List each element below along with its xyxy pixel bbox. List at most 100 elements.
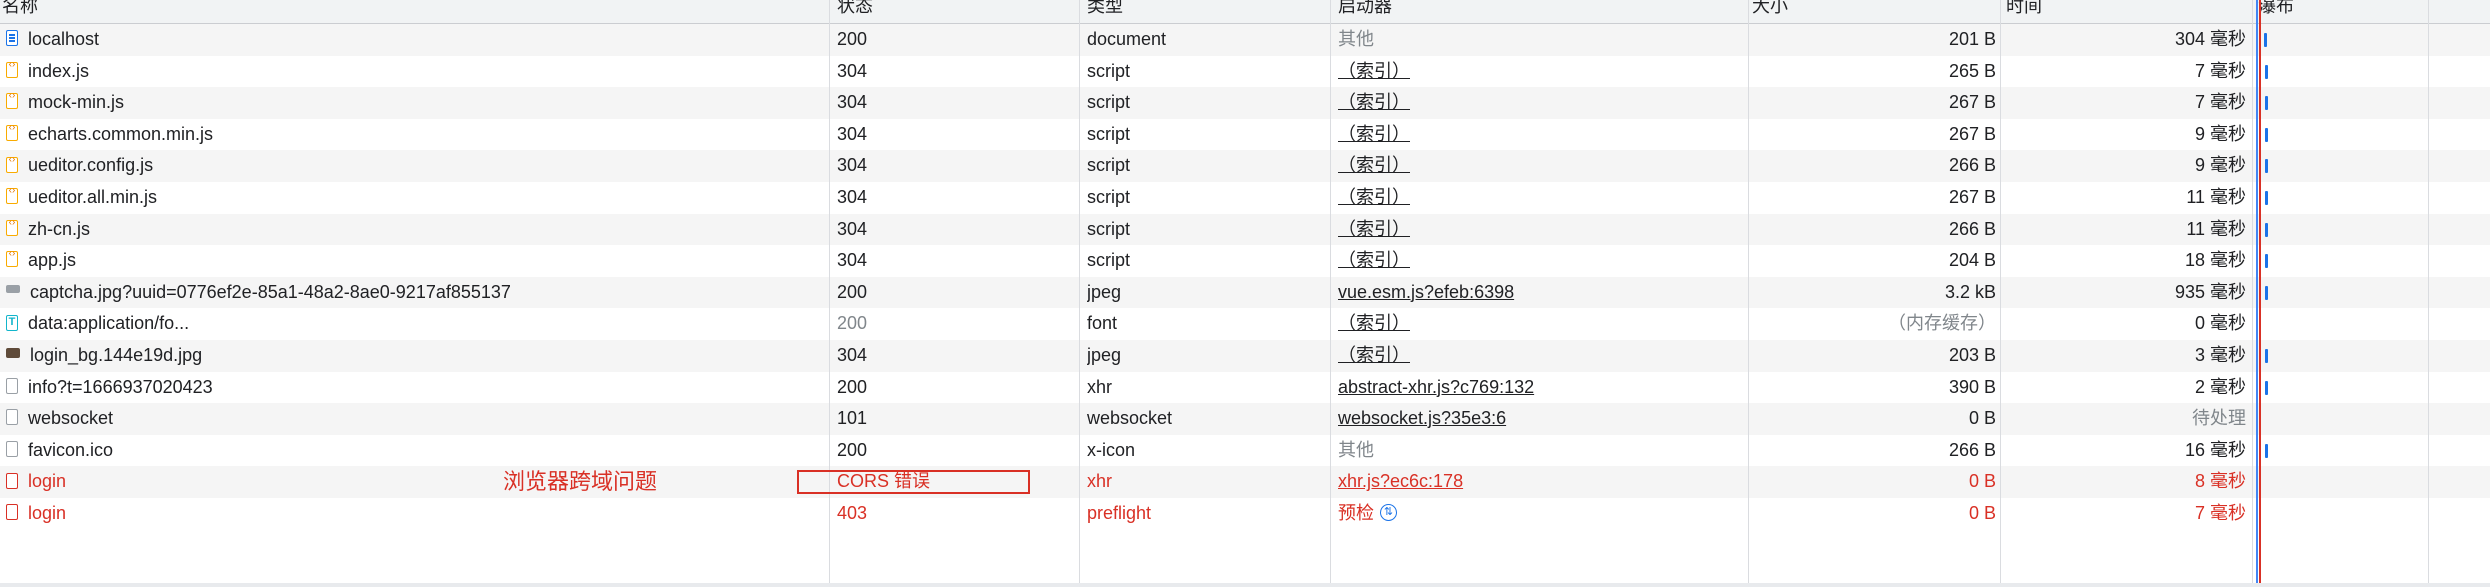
initiator-cell[interactable]: websocket.js?35e3:6 (1338, 403, 1738, 435)
type-cell: xhr (1087, 376, 1113, 397)
column-divider[interactable] (1330, 0, 1331, 583)
initiator-cell[interactable]: （索引） (1338, 87, 1738, 119)
size-cell: 267 B (1948, 186, 1996, 207)
status-cell: 200 (837, 313, 868, 334)
initiator-link[interactable]: （索引） (1338, 61, 1410, 81)
request-name-cell[interactable]: login_bg.144e19d.jpg (6, 340, 826, 372)
waterfall-bar[interactable] (2265, 254, 2268, 269)
initiator-link[interactable]: （索引） (1338, 187, 1410, 207)
initiator-link[interactable]: （索引） (1338, 313, 1410, 333)
column-header-initiator[interactable]: 启动器 (1336, 0, 1738, 21)
initiator-link[interactable]: （索引） (1338, 250, 1410, 270)
time-cell: 8 毫秒 (2194, 471, 2246, 492)
waterfall-bar[interactable] (2265, 159, 2268, 174)
column-header-status[interactable]: 状态 (835, 0, 1077, 21)
table-row[interactable]: data:application/fo... 200 font （索引） （内存缓存） 0… (0, 308, 2490, 340)
initiator-link[interactable]: （索引） (1338, 124, 1410, 144)
table-bottom-border (0, 583, 2490, 587)
initiator-cell[interactable]: （索引） (1338, 56, 1738, 88)
column-header-size[interactable]: 大小 (1750, 0, 1992, 21)
initiator-cell[interactable]: （索引） (1338, 150, 1738, 182)
waterfall-bar[interactable] (2265, 443, 2268, 458)
initiator-link[interactable]: abstract-xhr.js?c769:132 (1338, 377, 1534, 397)
preflight-icon[interactable]: ⇅ (1380, 503, 1397, 521)
table-row[interactable]: app.js 304 script （索引） 204 B 18 毫秒 (0, 245, 2490, 277)
initiator-link[interactable]: （索引） (1338, 345, 1410, 365)
request-name-cell[interactable]: index.js (6, 56, 826, 88)
request-name-cell[interactable]: info?t=1666937020423 (6, 372, 826, 404)
request-name-cell[interactable]: mock-min.js (6, 87, 826, 119)
table-row[interactable]: localhost 200 document 其他 201 B 304 毫秒 (0, 24, 2490, 56)
table-row[interactable]: zh-cn.js 304 script （索引） 266 B 11 毫秒 (0, 213, 2490, 246)
type-cell: xhr (1087, 471, 1113, 492)
initiator-link[interactable]: websocket.js?35e3:6 (1338, 408, 1506, 428)
table-row[interactable]: favicon.ico 200 x-icon 其他 266 B 16 毫秒 (0, 435, 2490, 467)
initiator-cell[interactable]: xhr.js?ec6c:178 (1338, 466, 1738, 498)
status-cell: 101 (837, 408, 868, 429)
request-name-cell[interactable]: captcha.jpg?uuid=0776ef2e-85a1-48a2-8ae0… (6, 277, 826, 309)
waterfall-bar[interactable] (2265, 191, 2268, 205)
request-name-cell[interactable]: app.js (6, 245, 826, 277)
request-name-cell[interactable]: echarts.common.min.js (6, 119, 826, 151)
waterfall-bar[interactable] (2264, 33, 2267, 47)
type-cell: x-icon (1087, 439, 1136, 460)
table-row[interactable]: echarts.common.min.js 304 script （索引） 267 B 9… (0, 119, 2490, 151)
waterfall-bar[interactable] (2265, 380, 2268, 395)
initiator-link[interactable]: （索引） (1338, 155, 1410, 175)
request-name-cell[interactable]: login (6, 498, 826, 530)
table-row[interactable]: mock-min.js 304 script （索引） 267 B 7 毫秒 (0, 87, 2490, 119)
column-divider[interactable] (2000, 0, 2001, 583)
column-divider[interactable] (829, 0, 830, 583)
waterfall-bar[interactable] (2265, 349, 2268, 363)
initiator-cell[interactable]: （索引） (1338, 245, 1738, 277)
waterfall-bar[interactable] (2265, 285, 2268, 300)
initiator-cell[interactable]: （索引） (1338, 119, 1738, 151)
image-icon (6, 348, 20, 359)
initiator-link[interactable]: （索引） (1338, 92, 1410, 112)
request-name-cell[interactable]: login (6, 466, 826, 498)
request-name-cell[interactable]: data:application/fo... (6, 308, 826, 340)
table-row[interactable]: ueditor.all.min.js 304 script （索引） 267 B 11 毫… (0, 182, 2490, 214)
request-name-cell[interactable]: zh-cn.js (6, 214, 826, 246)
initiator-cell[interactable]: （索引） (1338, 308, 1738, 340)
column-divider[interactable] (1079, 0, 1080, 583)
initiator-cell[interactable]: vue.esm.js?efeb:6398 (1338, 277, 1738, 309)
table-row[interactable]: login 403 preflight 预检 ⇅ 0 B 7 毫秒 (0, 498, 2490, 530)
initiator-link[interactable]: xhr.js?ec6c:178 (1338, 471, 1463, 491)
table-row[interactable]: login_bg.144e19d.jpg 304 jpeg （索引） 203 B 3 毫秒 (0, 339, 2490, 372)
waterfall-bar[interactable] (2265, 127, 2268, 142)
initiator-cell[interactable]: （索引） (1338, 214, 1738, 246)
request-name-cell[interactable]: favicon.ico (6, 435, 826, 467)
initiator-link[interactable]: vue.esm.js?efeb:6398 (1338, 282, 1514, 302)
table-row[interactable]: ueditor.config.js 304 script （索引） 266 B 9 毫秒 (0, 150, 2490, 182)
column-divider[interactable] (1748, 0, 1749, 583)
request-name-cell[interactable]: websocket (6, 403, 826, 435)
status-cell: 200 (837, 281, 868, 302)
column-header-waterfall[interactable]: 瀑布 (2256, 0, 2438, 21)
column-header-name[interactable]: 名称 (0, 0, 822, 21)
waterfall-bar[interactable] (2265, 96, 2268, 111)
request-name-cell[interactable]: ueditor.config.js (6, 150, 826, 182)
initiator-cell[interactable]: abstract-xhr.js?c769:132 (1338, 372, 1738, 404)
column-divider[interactable] (2252, 0, 2253, 583)
table-row[interactable]: captcha.jpg?uuid=0776ef2e-85a1-48a2-8ae0… (0, 276, 2490, 309)
type-cell: script (1087, 218, 1131, 239)
table-row[interactable]: login CORS 错误 xhr xhr.js?ec6c:178 0 B8 毫秒 (0, 466, 2490, 498)
request-name-cell[interactable]: ueditor.all.min.js (6, 182, 826, 214)
size-cell: 204 B (1948, 250, 1996, 271)
waterfall-bar[interactable] (2265, 222, 2268, 237)
request-name: favicon.ico (28, 439, 114, 460)
initiator-cell[interactable]: （索引） (1338, 340, 1738, 372)
time-cell: 0 毫秒 (2194, 313, 2246, 334)
initiator-cell[interactable]: （索引） (1338, 182, 1738, 214)
initiator-link[interactable]: （索引） (1338, 219, 1410, 239)
waterfall-bar[interactable] (2265, 64, 2268, 79)
table-row[interactable]: index.js 304 script （索引） 265 B 7 毫秒 (0, 56, 2490, 88)
table-row[interactable]: info?t=1666937020423 200 xhr abstract-xhr.j… (0, 372, 2490, 404)
column-header-time[interactable]: 时间 (2004, 0, 2246, 21)
time-cell: 7 毫秒 (2194, 92, 2246, 113)
waterfall-grid-line (2428, 0, 2429, 583)
column-header-type[interactable]: 类型 (1085, 0, 1327, 21)
table-row[interactable]: websocket 101 websocket websocket.js?35e3:6… (0, 403, 2490, 435)
request-name-cell[interactable]: localhost (6, 24, 826, 56)
